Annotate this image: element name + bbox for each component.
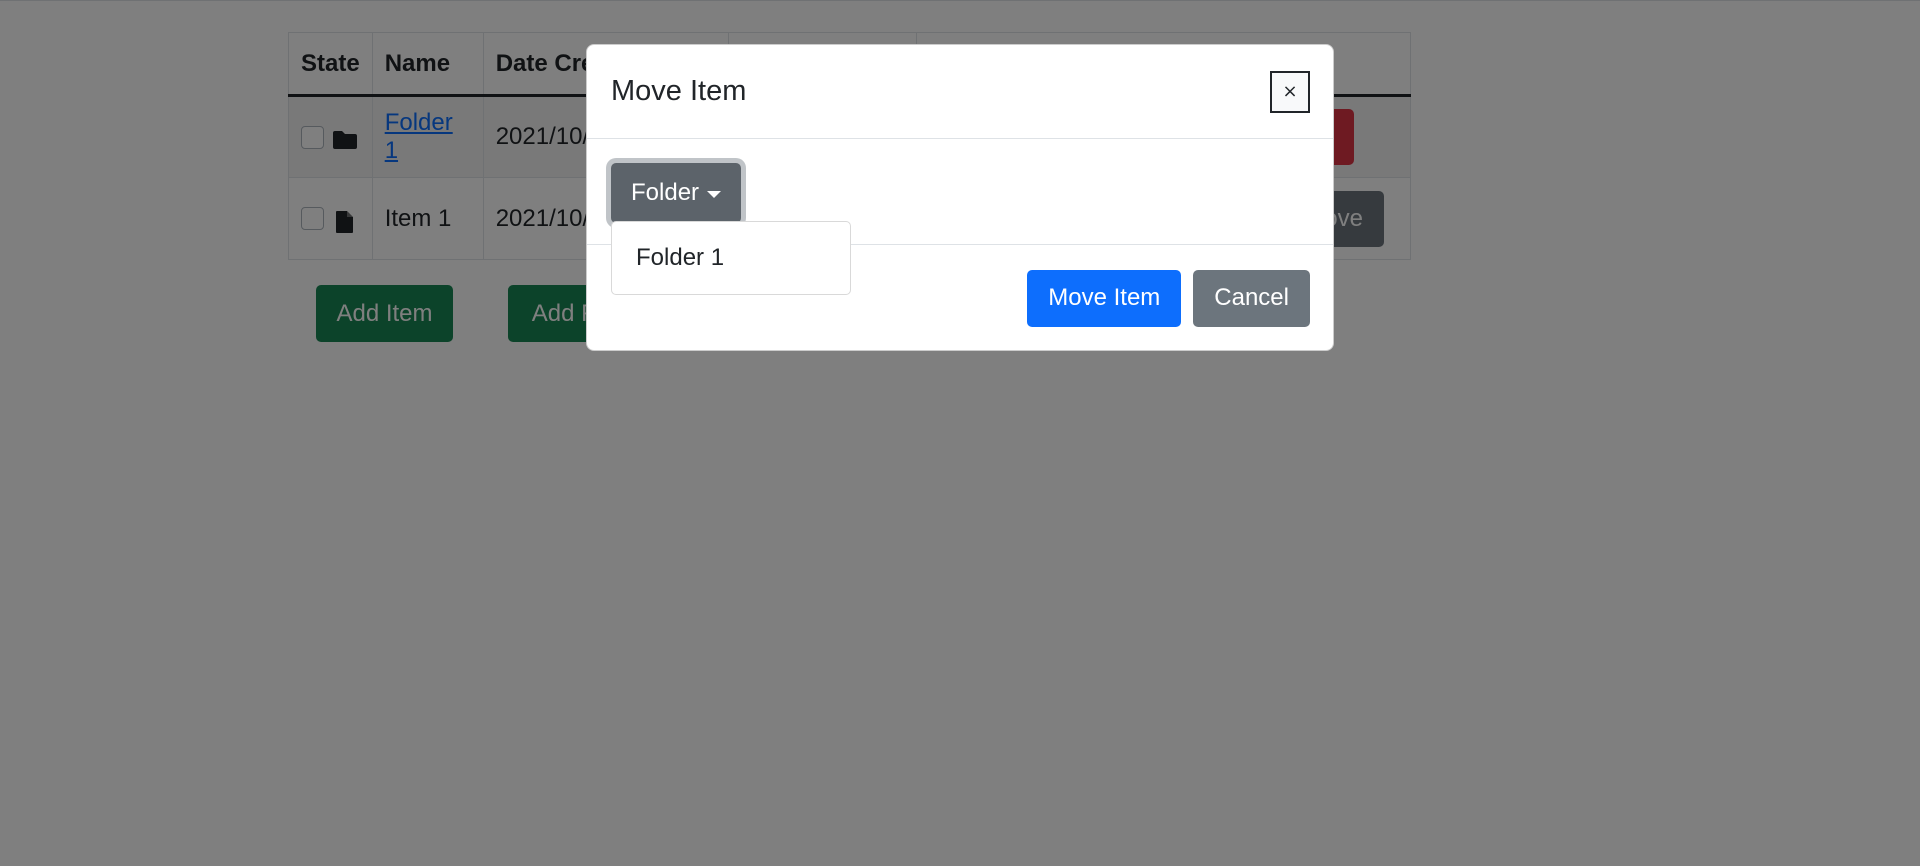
dropdown-option-folder-1[interactable]: Folder 1	[612, 230, 850, 286]
folder-dropdown-menu: Folder 1	[611, 221, 851, 295]
caret-down-icon	[707, 190, 722, 198]
cancel-button[interactable]: Cancel	[1193, 269, 1310, 327]
move-item-button[interactable]: Move Item	[1027, 269, 1182, 327]
page: State Name Date Created Folde	[0, 0, 1920, 866]
close-button[interactable]: ×	[1270, 70, 1310, 113]
move-item-modal: Move Item × Move Item Cancel Folder Fold…	[586, 44, 1334, 351]
folder-dropdown-label: Folder	[631, 179, 700, 206]
modal-header: Move Item ×	[587, 45, 1333, 139]
modal-title: Move Item	[611, 75, 747, 107]
folder-dropdown-button[interactable]: Folder	[611, 163, 742, 223]
